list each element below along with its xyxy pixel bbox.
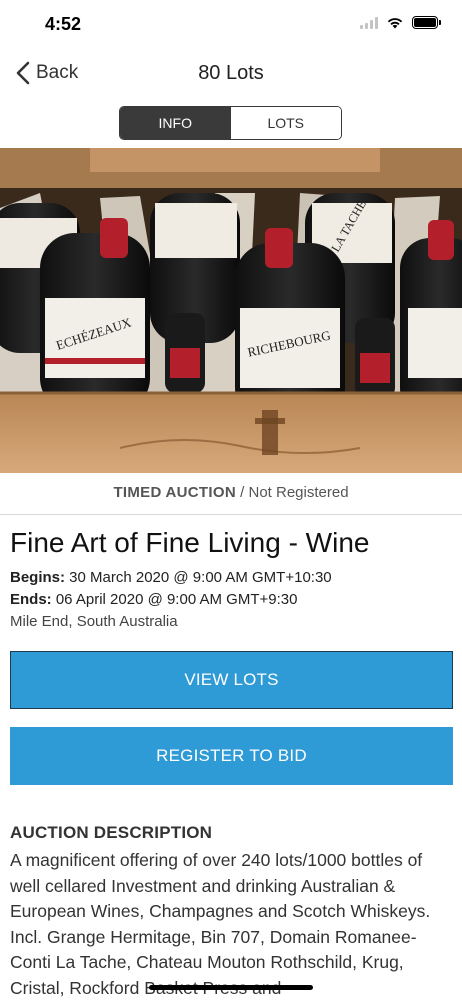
info-lots-segmented-control: INFO LOTS [119, 106, 342, 140]
ends-row: Ends: 06 April 2020 @ 9:00 AM GMT+9:30 [10, 591, 297, 608]
home-indicator[interactable] [149, 985, 313, 990]
battery-icon [412, 16, 441, 29]
auction-status-line: TIMED AUCTION / Not Registered [0, 484, 462, 501]
ends-value: 06 April 2020 @ 9:00 AM GMT+9:30 [51, 591, 298, 608]
begins-row: Begins: 30 March 2020 @ 9:00 AM GMT+10:3… [10, 569, 332, 586]
status-time: 4:52 [45, 14, 82, 34]
divider [0, 514, 462, 515]
wine-crate-photo: ECHÉZEAUX RICHEBOURG LA TACHE [0, 148, 462, 473]
registration-status: Not Registered [248, 484, 349, 501]
tab-info[interactable]: INFO [120, 107, 231, 139]
status-icons [360, 16, 441, 29]
description-heading: AUCTION DESCRIPTION [10, 823, 213, 842]
wifi-icon [387, 18, 403, 29]
register-to-bid-button[interactable]: REGISTER TO BID [10, 727, 453, 785]
auction-location: Mile End, South Australia [10, 613, 178, 630]
tab-lots[interactable]: LOTS [230, 107, 341, 139]
begins-value: 30 March 2020 @ 9:00 AM GMT+10:30 [65, 569, 332, 586]
description-body: A magnificent offering of over 240 lots/… [10, 850, 431, 998]
view-lots-button[interactable]: VIEW LOTS [10, 651, 453, 709]
ends-label: Ends: [10, 591, 52, 608]
status-bar: 4:52 [0, 0, 462, 50]
cellular-signal-icon [360, 16, 378, 29]
navigation-bar: Back 80 Lots [0, 50, 462, 98]
status-separator: / [235, 484, 249, 501]
auction-hero-image: ECHÉZEAUX RICHEBOURG LA TACHE [0, 148, 462, 473]
begins-label: Begins: [10, 569, 66, 586]
auction-title: Fine Art of Fine Living - Wine [10, 527, 370, 558]
auction-type: TIMED AUCTION [113, 484, 236, 501]
page-title: 80 Lots [198, 62, 264, 84]
